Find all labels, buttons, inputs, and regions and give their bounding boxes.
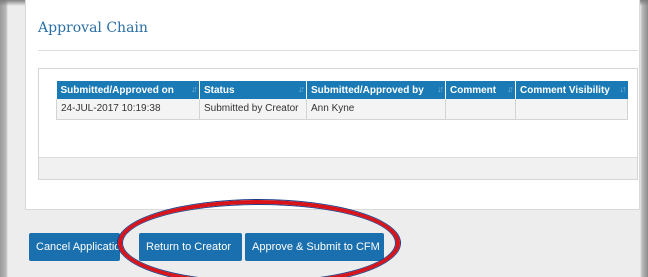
column-header-submitted-by[interactable]: Submitted/Approved by ↓↑: [306, 81, 446, 99]
table-row: 24-JUL-2017 10:19:38 Submitted by Creato…: [56, 99, 628, 120]
column-label: Submitted/Approved on: [60, 84, 174, 96]
sort-icon[interactable]: ↓↑: [620, 84, 627, 94]
sort-icon[interactable]: ↓↑: [507, 84, 514, 94]
table-footer: [39, 157, 637, 179]
sort-icon[interactable]: ↓↑: [437, 84, 444, 94]
table-header-row: Submitted/Approved on ↓↑ Status ↓↑ Submitt…: [56, 81, 628, 99]
column-header-submitted-on[interactable]: Submitted/Approved on ↓↑: [56, 81, 200, 99]
column-label: Comment Visibility: [520, 84, 610, 96]
title-divider: [38, 50, 638, 51]
column-label: Submitted/Approved by: [311, 84, 424, 96]
cancel-application-button[interactable]: Cancel Application: [29, 233, 120, 261]
cell-submitted-by: Ann Kyne: [306, 99, 446, 120]
cell-comment: [445, 99, 516, 120]
section-title: Approval Chain: [38, 20, 148, 36]
column-label: Comment: [450, 84, 497, 96]
approval-chain-card: Approval Chain Submitted/Approved on ↓↑ S…: [25, 0, 640, 210]
approval-table-panel: Submitted/Approved on ↓↑ Status ↓↑ Submitt…: [38, 68, 638, 180]
return-to-creator-button[interactable]: Return to Creator: [139, 233, 242, 261]
column-header-comment[interactable]: Comment ↓↑: [445, 81, 516, 99]
cell-submitted-on: 24-JUL-2017 10:19:38: [56, 99, 200, 120]
column-header-comment-visibility[interactable]: Comment Visibility ↓↑: [515, 81, 628, 99]
sort-icon[interactable]: ↓↑: [298, 84, 305, 94]
column-label: Status: [204, 84, 235, 96]
column-header-status[interactable]: Status ↓↑: [199, 81, 307, 99]
sort-icon[interactable]: ↓↑: [191, 84, 198, 94]
cell-status: Submitted by Creator: [199, 99, 307, 120]
approval-table: Submitted/Approved on ↓↑ Status ↓↑ Submitt…: [56, 81, 628, 120]
approve-submit-button[interactable]: Approve & Submit to CFM: [245, 233, 384, 261]
cell-comment-visibility: [515, 99, 628, 120]
